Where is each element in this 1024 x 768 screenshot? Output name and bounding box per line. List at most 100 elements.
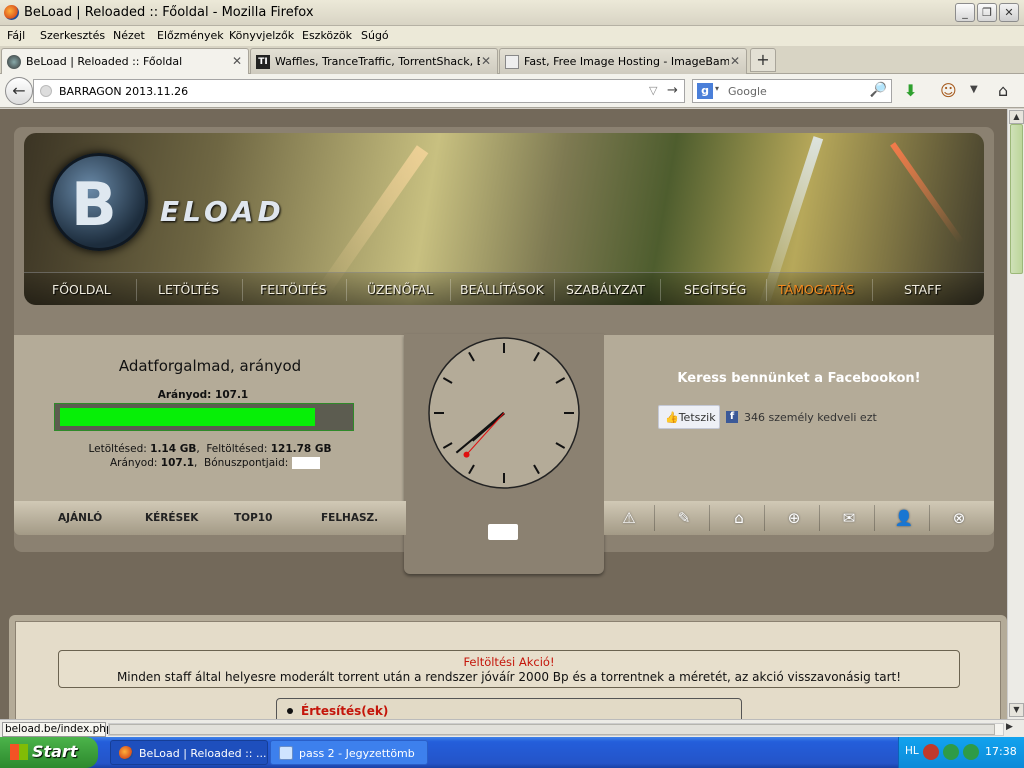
facebook-title: Keress bennünket a Facebookon! <box>677 371 921 386</box>
close-button[interactable]: ✕ <box>999 3 1019 22</box>
home-icon[interactable]: ⌂ <box>998 81 1008 100</box>
globe-icon <box>40 85 52 97</box>
nav-rules[interactable]: SZABÁLYZAT <box>566 282 645 297</box>
facebook-like-button[interactable]: 👍Tetszik <box>658 405 720 429</box>
taskbar-firefox[interactable]: BeLoad | Reloaded :: ... <box>110 740 268 765</box>
ratio-label: Arányod: 107.1 <box>157 389 249 401</box>
go-arrow-icon[interactable]: → <box>667 83 678 98</box>
nav-settings[interactable]: BEÁLLÍTÁSOK <box>460 282 544 297</box>
add-icon[interactable]: ⊕ <box>783 507 805 529</box>
task-label: pass 2 - Jegyzettömb <box>299 747 415 760</box>
logo-letter: B <box>71 170 117 240</box>
mail-icon[interactable]: ✉ <box>838 507 860 529</box>
taskbar-notepad[interactable]: pass 2 - Jegyzettömb <box>270 740 428 765</box>
tab-close-icon[interactable]: ✕ <box>232 54 242 68</box>
bonus-label: Bónuszpontjaid: <box>204 457 289 469</box>
nav-message-wall[interactable]: ÜZENŐFAL <box>367 282 433 297</box>
menu-history[interactable]: Előzmények <box>157 29 224 42</box>
addon-dropdown-icon[interactable]: ▼ <box>970 84 978 95</box>
eraser-icon[interactable]: ✎ <box>673 507 695 529</box>
ratio-progress-fill <box>60 408 316 426</box>
icon-divider <box>874 505 875 531</box>
firefox-icon <box>4 5 19 20</box>
facebook-icon: f <box>726 411 738 423</box>
icon-divider <box>819 505 820 531</box>
subnav-recommended[interactable]: AJÁNLÓ <box>58 512 102 524</box>
nav-home[interactable]: FŐOLDAL <box>52 282 111 297</box>
back-button[interactable]: ← <box>5 77 33 105</box>
vertical-scrollbar[interactable]: ▲ ▼ <box>1007 109 1024 719</box>
notifications-title[interactable]: Értesítés(ek) <box>301 704 388 718</box>
nav-bar: ← BARRAGON 2013.11.26 ▽ → g ▾ Google 🔎 ⬇… <box>0 74 1024 108</box>
search-bar[interactable]: g ▾ Google 🔎 <box>692 79 892 103</box>
nav-downloads[interactable]: LETÖLTÉS <box>158 282 219 297</box>
minimize-button[interactable]: _ <box>955 3 975 22</box>
menu-edit[interactable]: Szerkesztés <box>40 29 105 42</box>
scroll-down-icon[interactable]: ▼ <box>1009 703 1024 717</box>
scroll-right-icon[interactable]: ▶ <box>1006 722 1013 732</box>
tab-waffles[interactable]: TI Waffles, TranceTraffic, TorrentShack,… <box>250 48 498 74</box>
subnav-requests[interactable]: KÉRÉSEK <box>145 512 198 524</box>
utorrent-icon[interactable] <box>943 744 959 760</box>
download-icon[interactable]: ⬇ <box>904 81 917 100</box>
scrollbar-thumb[interactable] <box>1010 124 1023 274</box>
url-bar[interactable]: BARRAGON 2013.11.26 ▽ → <box>33 79 685 103</box>
nav-staff[interactable]: STAFF <box>904 282 942 297</box>
language-indicator[interactable]: HL <box>905 745 919 757</box>
new-tab-button[interactable]: + <box>750 48 776 72</box>
tab-favicon-icon <box>7 55 21 69</box>
upload-value: 121.78 GB <box>270 443 332 455</box>
facebook-panel: Keress bennünket a Facebookon! 👍Tetszik … <box>604 335 994 501</box>
scroll-up-icon[interactable]: ▲ <box>1009 110 1024 124</box>
ratio-bonus-line: Arányod: 107.1, Bónuszpontjaid: <box>110 457 320 469</box>
horizontal-scrollbar-thumb[interactable] <box>109 724 995 735</box>
logo-text[interactable]: ELOAD <box>160 195 285 228</box>
user-icon[interactable]: 👤 <box>893 507 915 529</box>
tab-close-icon[interactable]: ✕ <box>730 54 740 68</box>
menu-bookmarks[interactable]: Könyvjelzők <box>229 29 294 42</box>
search-icon[interactable]: 🔎 <box>870 82 887 98</box>
history-dropdown-icon[interactable]: ▽ <box>649 84 657 97</box>
search-placeholder[interactable]: Google <box>728 85 767 98</box>
menu-help[interactable]: Súgó <box>361 29 389 42</box>
nav-help[interactable]: SEGÍTSÉG <box>684 282 746 297</box>
system-tray: HL 17:38 <box>898 737 1024 768</box>
horizontal-scrollbar[interactable] <box>108 723 1004 736</box>
ratio-progress-bar <box>54 403 354 431</box>
nav-upload[interactable]: FELTÖLTÉS <box>260 282 327 297</box>
tab-label: Waffles, TranceTraffic, TorrentShack, Be… <box>275 55 480 68</box>
menu-tools[interactable]: Eszközök <box>302 29 352 42</box>
home-icon[interactable]: ⌂ <box>728 507 750 529</box>
maximize-button[interactable]: ❐ <box>977 3 997 22</box>
folder-icon[interactable] <box>488 524 518 540</box>
tab-label: Fast, Free Image Hosting - ImageBam <box>524 55 729 68</box>
analog-clock <box>428 337 580 489</box>
nav-support[interactable]: TÁMOGATÁS <box>778 282 854 297</box>
subnav-top10[interactable]: TOP10 <box>234 512 272 524</box>
url-text[interactable]: BARRAGON 2013.11.26 <box>59 85 188 98</box>
banner-light-ray <box>890 142 964 244</box>
tab-imagebam[interactable]: Fast, Free Image Hosting - ImageBam ✕ <box>499 48 747 74</box>
tab-close-icon[interactable]: ✕ <box>481 54 491 68</box>
clock-time: 17:38 <box>985 745 1017 758</box>
site-logo[interactable]: B <box>50 153 148 251</box>
utorrent-icon[interactable] <box>963 744 979 760</box>
subnav-users[interactable]: FELHASZ. <box>321 512 378 524</box>
tray-back-icon[interactable] <box>923 744 939 760</box>
nav-divider <box>766 279 767 301</box>
download-value: 1.14 GB <box>150 443 197 455</box>
tab-beload[interactable]: BeLoad | Reloaded :: Főoldal ✕ <box>1 48 249 75</box>
logout-icon[interactable]: ⊗ <box>948 507 970 529</box>
engine-dropdown-icon[interactable]: ▾ <box>715 84 719 93</box>
bonus-value-box <box>291 457 320 469</box>
start-button[interactable]: Start <box>0 737 98 768</box>
menu-view[interactable]: Nézet <box>113 29 145 42</box>
second-hand-dot <box>463 451 470 458</box>
warning-icon[interactable]: ⚠ <box>618 507 640 529</box>
google-icon[interactable]: g <box>697 83 713 99</box>
status-bar: beload.be/index.php ▶ <box>0 719 1024 737</box>
tab-favicon-icon <box>505 55 519 69</box>
menu-file[interactable]: Fájl <box>7 29 25 42</box>
nav-divider <box>136 279 137 301</box>
addon-icon[interactable]: ☺ <box>940 81 957 100</box>
